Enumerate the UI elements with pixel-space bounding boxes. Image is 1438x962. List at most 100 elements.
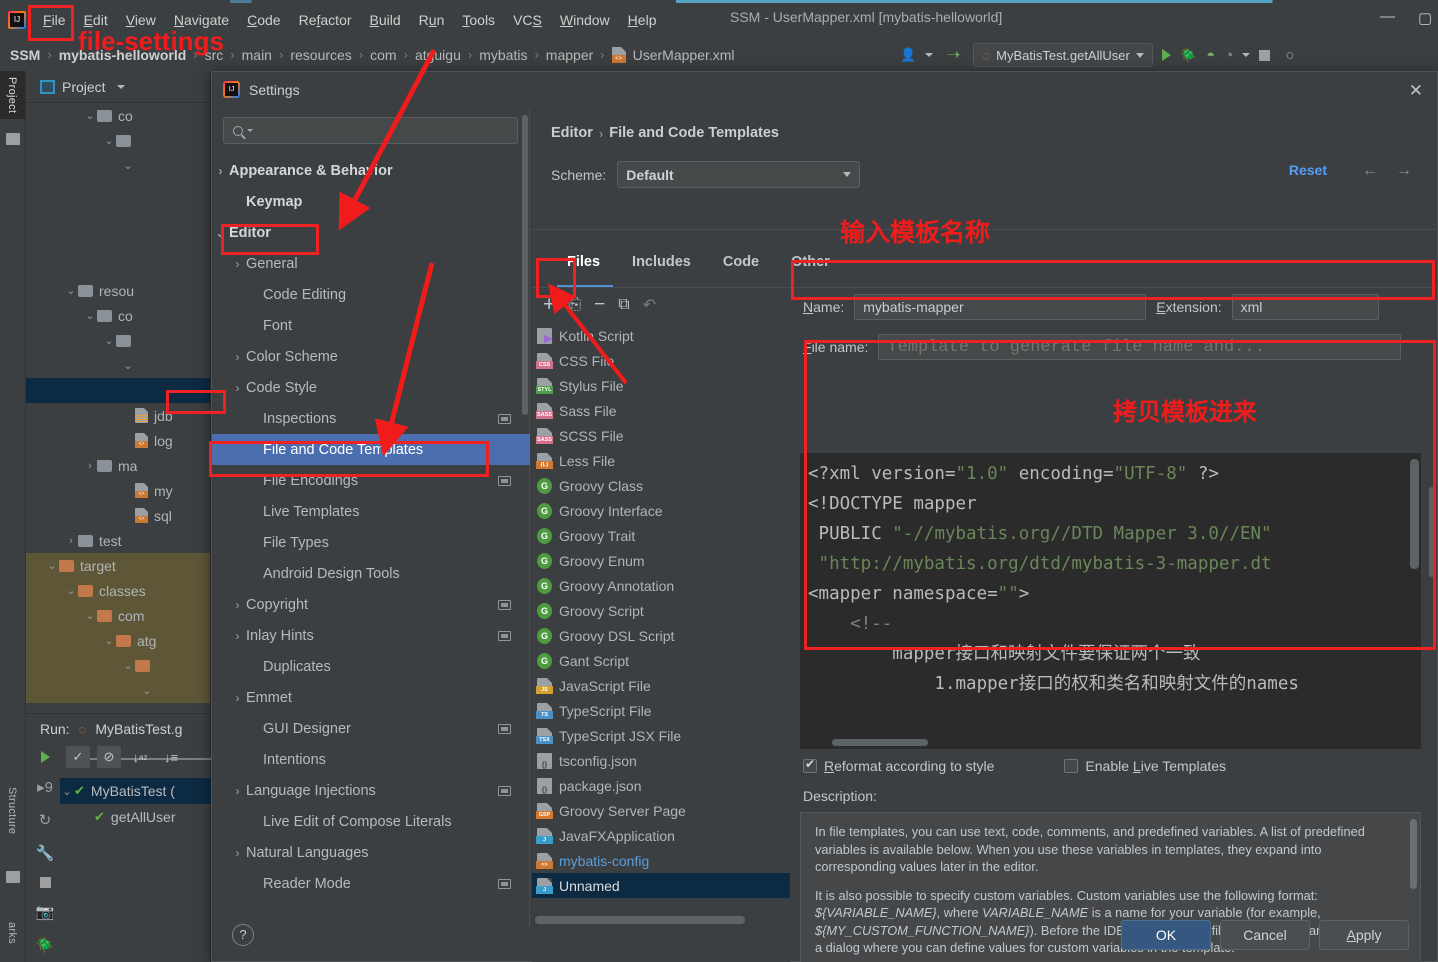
cancel-button[interactable]: Cancel <box>1220 920 1310 950</box>
chevron-icon[interactable]: ⌄ <box>102 334 116 347</box>
template-list-item[interactable]: G Groovy Class <box>532 473 790 498</box>
chevron-icon[interactable]: ⌄ <box>102 634 116 647</box>
project-tree-row[interactable]: ⌄ classes <box>26 578 210 603</box>
chevron-icon[interactable]: ⌄ <box>102 134 116 147</box>
template-list-item[interactable]: Kotlin Script <box>532 323 790 348</box>
breadcrumb-editor[interactable]: Editor <box>551 125 593 141</box>
create-template-from-file-button[interactable]: ⎘ <box>568 296 581 314</box>
template-list-item[interactable]: STYL Stylus File <box>532 373 790 398</box>
template-list-item[interactable]: tsconfig.json <box>532 748 790 773</box>
user-icon[interactable]: 👤 <box>900 47 916 63</box>
project-tree-row[interactable]: ⌄ <box>26 653 210 678</box>
forward-arrow-icon[interactable]: → <box>1396 162 1412 180</box>
search-everywhere-icon[interactable]: ○ <box>1285 47 1294 64</box>
sidebar-tab-structure[interactable]: Structure <box>0 781 25 840</box>
reset-to-default-button[interactable]: ↶ <box>643 295 656 315</box>
template-list-item[interactable]: SASS Sass File <box>532 398 790 423</box>
structure-icon[interactable] <box>6 871 20 883</box>
chevron-icon[interactable]: › <box>229 846 246 860</box>
breadcrumb-resources[interactable]: resources <box>290 47 351 63</box>
file-name-input[interactable] <box>878 334 1402 360</box>
profile-icon[interactable]: ◔ <box>1224 47 1233 64</box>
project-tree-row[interactable]: ⌄ resou <box>26 278 210 303</box>
settings-tree-item-gui-designer[interactable]: GUI Designer <box>212 713 530 744</box>
settings-tree-item-general[interactable]: › General <box>212 248 530 279</box>
template-list-item[interactable]: CSS CSS File <box>532 348 790 373</box>
project-tree-row[interactable]: jdb <box>26 403 210 428</box>
chevron-icon[interactable]: ⌄ <box>45 559 59 572</box>
menu-run[interactable]: Run <box>410 8 454 32</box>
chevron-icon[interactable]: › <box>229 629 246 643</box>
template-code-editor[interactable]: <?xml version="1.0" encoding="UTF-8" ?> … <box>800 453 1421 749</box>
folder-icon[interactable] <box>6 133 20 145</box>
tab-other[interactable]: Other <box>775 247 846 277</box>
menu-help[interactable]: Help <box>619 8 666 32</box>
breadcrumb-ssm[interactable]: SSM <box>10 47 40 63</box>
chevron-icon[interactable]: › <box>64 535 78 547</box>
coverage-icon[interactable]: ◓ <box>1206 47 1215 64</box>
chevron-icon[interactable]: ⌄ <box>83 609 97 622</box>
template-list-item[interactable]: TSX TypeScript JSX File <box>532 723 790 748</box>
settings-tree-item-inspections[interactable]: Inspections <box>212 403 530 434</box>
back-arrow-icon[interactable]: ← <box>1362 162 1378 180</box>
settings-category-tree[interactable]: › Appearance & Behavior Keymap ⌄ Editor › Gene… <box>212 155 530 928</box>
chevron-icon[interactable]: ⌄ <box>121 659 135 672</box>
project-tree-row[interactable]: ⌄ <box>26 128 210 153</box>
project-tree-row[interactable] <box>26 253 210 278</box>
template-list-item[interactable]: package.json <box>532 773 790 798</box>
chevron-icon[interactable]: ⌄ <box>60 785 74 798</box>
breadcrumb-src[interactable]: src <box>205 47 224 63</box>
close-icon[interactable]: ✕ <box>1409 81 1423 101</box>
run-config-name[interactable]: MyBatisTest.g <box>95 721 182 737</box>
project-tree-row[interactable]: ⌄ target <box>26 553 210 578</box>
breadcrumb-module[interactable]: mybatis-helloworld <box>59 47 187 63</box>
sidebar-tab-bookmarks[interactable]: arks <box>0 916 25 950</box>
menu-edit[interactable]: Edit <box>75 8 117 32</box>
project-tree-row[interactable]: ⌄ <box>26 353 210 378</box>
project-tree-row[interactable] <box>26 203 210 228</box>
template-list-item[interactable]: G Gant Script <box>532 648 790 673</box>
template-list-item[interactable]: J JavaFXApplication <box>532 823 790 848</box>
sort-alphabetically-button[interactable]: ↓ az <box>128 746 152 768</box>
apply-button[interactable]: Apply <box>1319 920 1409 950</box>
settings-tree-item-code-editing[interactable]: Code Editing <box>212 279 530 310</box>
test-results-tree[interactable]: ⌄ ✔ MyBatisTest (✔ getAllUser <box>60 778 211 830</box>
settings-tree-item-intentions[interactable]: Intentions <box>212 744 530 775</box>
search-input[interactable] <box>257 123 507 138</box>
settings-tree-item-color-scheme[interactable]: › Color Scheme <box>212 341 530 372</box>
template-list-item[interactable]: G Groovy DSL Script <box>532 623 790 648</box>
menu-build[interactable]: Build <box>361 8 410 32</box>
help-button[interactable]: ? <box>232 924 254 946</box>
chevron-icon[interactable]: › <box>229 784 246 798</box>
chevron-icon[interactable]: › <box>229 598 246 612</box>
sidebar-tab-project[interactable]: Project <box>0 71 25 120</box>
chevron-icon[interactable]: ⌄ <box>140 684 154 697</box>
project-panel-header[interactable]: Project <box>26 71 210 103</box>
settings-tree-item-file-and-code-templates[interactable]: File and Code Templates <box>212 434 530 465</box>
chevron-icon[interactable]: › <box>83 460 97 472</box>
tab-code[interactable]: Code <box>707 247 775 277</box>
vcs-update-icon[interactable]: ➝ <box>946 45 960 65</box>
project-tree-row[interactable]: ⌄ co <box>26 303 210 328</box>
debug-icon[interactable]: 🪲 <box>1180 47 1197 64</box>
project-tree-row[interactable]: my <box>26 478 210 503</box>
settings-tree-item-file-encodings[interactable]: File Encodings <box>212 465 530 496</box>
project-tree-row[interactable] <box>26 178 210 203</box>
settings-tree-item-reader-mode[interactable]: Reader Mode <box>212 868 530 899</box>
project-tree-row[interactable]: log <box>26 428 210 453</box>
enable-live-templates-checkbox[interactable]: Enable Live Templates <box>1064 758 1226 774</box>
chevron-icon[interactable]: › <box>229 381 246 395</box>
scheme-select[interactable]: Default <box>617 161 861 188</box>
template-list-item[interactable]: <> mybatis-config <box>532 848 790 873</box>
breadcrumb-com[interactable]: com <box>370 47 396 63</box>
project-tree-row[interactable] <box>26 378 210 403</box>
chevron-icon[interactable]: ⌄ <box>83 309 97 322</box>
project-tree-row[interactable]: ⌄ atg <box>26 628 210 653</box>
template-list-item[interactable]: GSP Groovy Server Page <box>532 798 790 823</box>
tab-includes[interactable]: Includes <box>616 247 707 277</box>
settings-tree-item-file-types[interactable]: File Types <box>212 527 530 558</box>
chevron-icon[interactable]: › <box>229 257 246 271</box>
settings-tree-item-keymap[interactable]: Keymap <box>212 186 530 217</box>
project-tree-row[interactable]: sql <box>26 503 210 528</box>
ok-button[interactable]: OK <box>1121 920 1211 950</box>
